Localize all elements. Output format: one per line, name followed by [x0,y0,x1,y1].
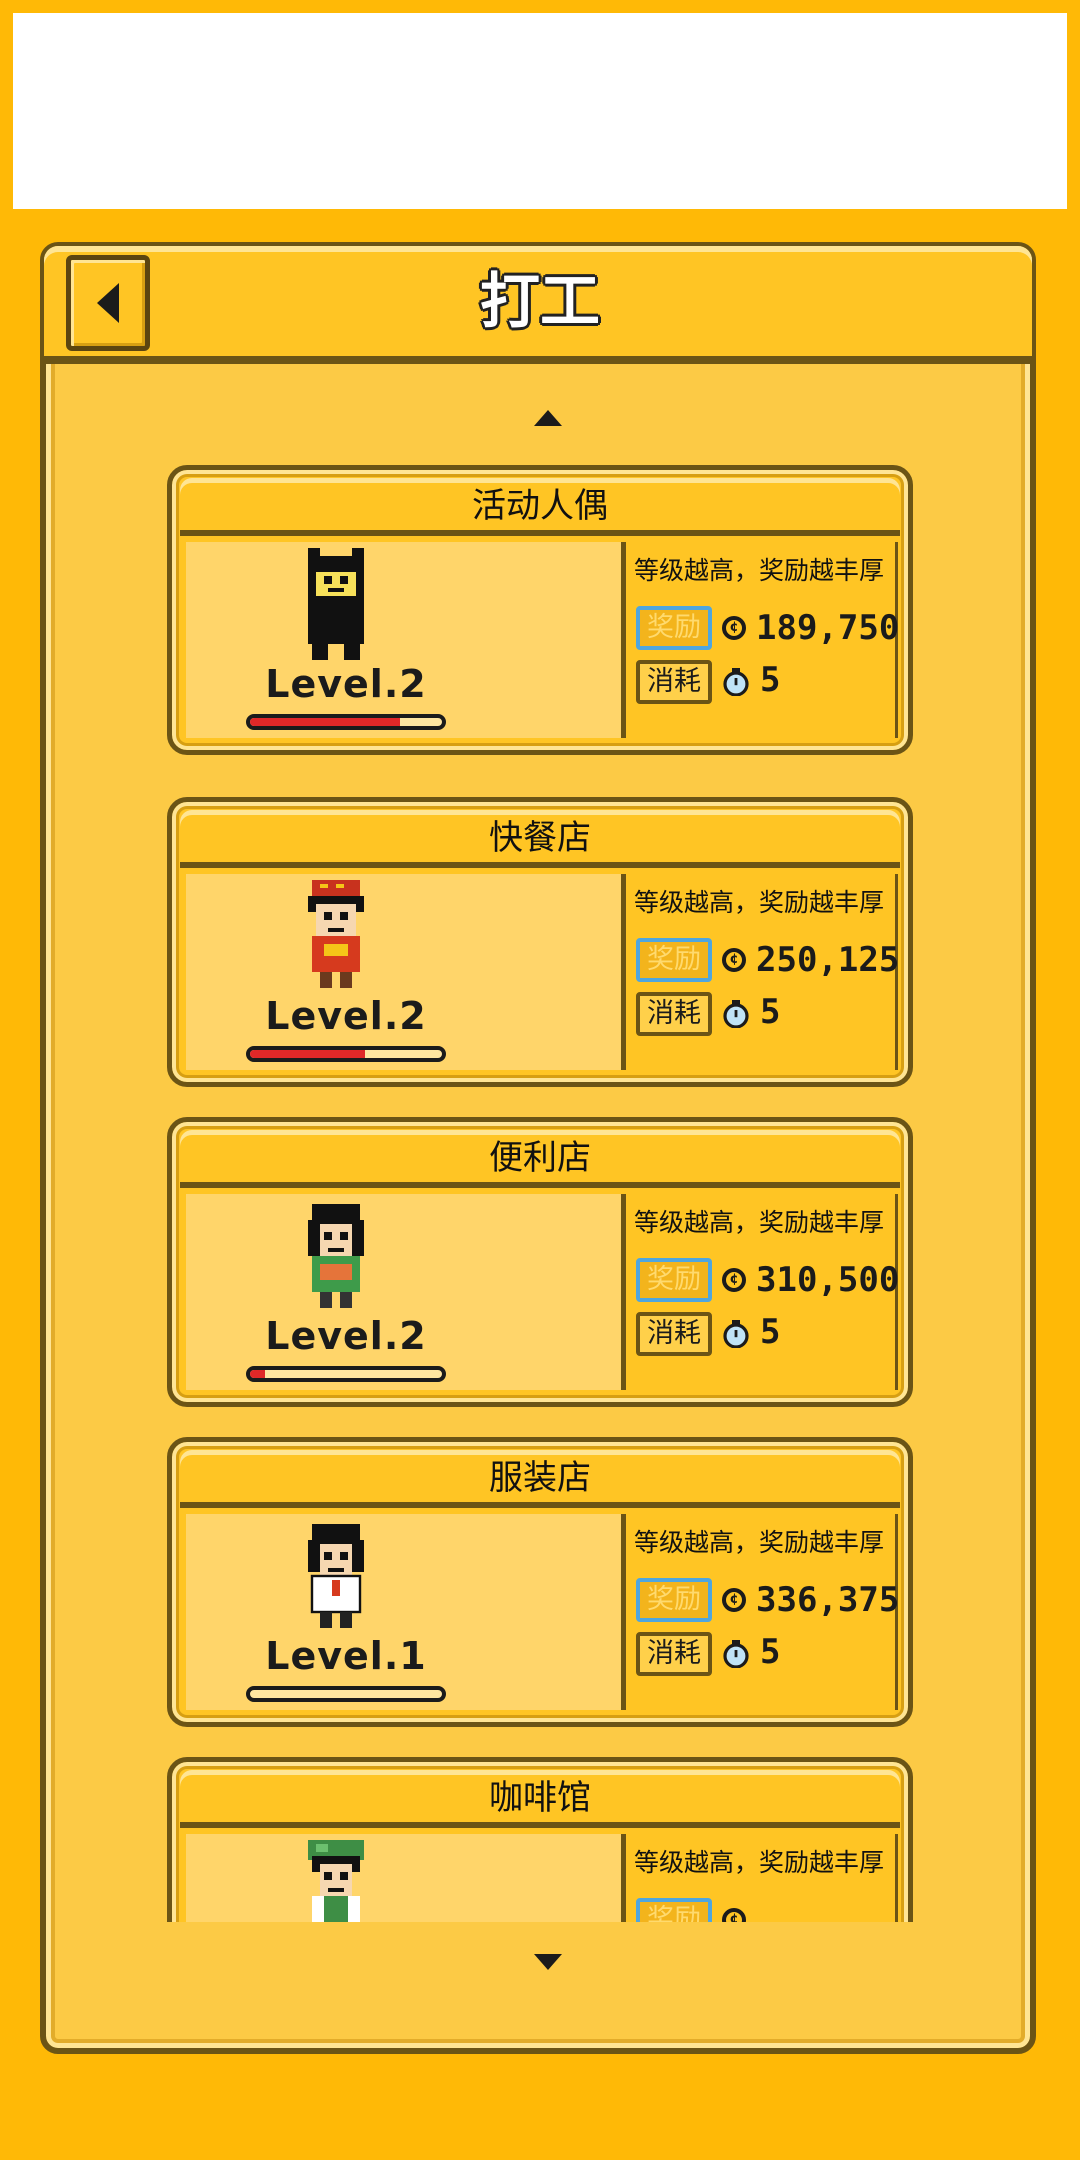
cost-value: 5 [760,660,781,700]
job-reward-area: 等级越高，奖励越丰厚 奖励 ¢ 310,500 消耗 5 [626,1194,899,1390]
scroll-up-arrow-icon[interactable] [534,410,562,426]
ad-banner-area [13,13,1067,209]
card-title-bar: 便利店 [180,1130,900,1188]
clothing-clerk-avatar [308,1524,364,1628]
job-card-fastfood[interactable]: 快餐店 Level.2 等级越高，奖励越丰厚 奖励 ¢ 250,125 消耗 5 [167,797,913,1087]
reward-value: 310,500 [756,1260,900,1300]
cost-value: 5 [760,992,781,1032]
reward-tag: 奖励 [636,1898,712,1922]
reward-value: 189,750 [756,608,900,648]
level-progress-bar [246,1366,446,1382]
stopwatch-icon [723,1320,749,1348]
level-label: Level.2 [265,1314,427,1358]
reward-value: 250,125 [756,940,900,980]
back-button[interactable] [66,255,150,351]
reward-tag: 奖励 [636,606,712,650]
job-character-area: Level.1 [186,1514,626,1710]
job-card-convenience[interactable]: 便利店 Level.2 等级越高，奖励越丰厚 奖励 ¢ 310,500 消耗 5 [167,1117,913,1407]
stopwatch-icon [723,668,749,696]
job-reward-area: 等级越高，奖励越丰厚 奖励 ¢ 250,125 消耗 5 [626,874,899,1070]
cost-tag: 消耗 [636,1632,712,1676]
level-progress-fill [250,1050,366,1058]
scroll-down-arrow-icon[interactable] [534,1954,562,1970]
job-title: 服装店 [489,1458,591,1498]
back-arrow-icon [97,283,119,323]
mascot-bear-avatar [308,548,364,660]
job-description: 等级越高，奖励越丰厚 [634,1528,885,1557]
job-title: 便利店 [489,1138,591,1178]
cafe-worker-avatar [308,1840,364,1922]
job-title: 快餐店 [489,818,591,858]
reward-tag: 奖励 [636,1258,712,1302]
page-title: 打工 [480,267,600,337]
fastfood-worker-avatar [308,880,364,988]
job-description: 等级越高，奖励越丰厚 [634,1208,885,1237]
job-list[interactable]: 活动人偶 Level.2 等级越高，奖励越丰厚 奖励 ¢ 189,750 消耗 [160,465,920,1922]
level-progress-fill [250,1370,266,1378]
job-description: 等级越高，奖励越丰厚 [634,888,885,917]
job-character-area: Level.2 [186,1194,626,1390]
job-card-costume[interactable]: 活动人偶 Level.2 等级越高，奖励越丰厚 奖励 ¢ 189,750 消耗 [167,465,913,755]
job-description: 等级越高，奖励越丰厚 [634,1848,885,1877]
stopwatch-icon [723,1640,749,1668]
level-progress-bar [246,1686,446,1702]
job-card-cafe[interactable]: 咖啡馆 等级越高，奖励越丰厚 奖励 ¢ [167,1757,913,1922]
level-progress-bar [246,714,446,730]
job-reward-area: 等级越高，奖励越丰厚 奖励 ¢ [626,1834,898,1922]
card-title-bar: 服装店 [180,1450,900,1508]
coin-icon: ¢ [722,616,746,640]
level-label: Level.2 [265,994,427,1038]
job-character-area: Level.2 [186,542,626,738]
reward-tag: 奖励 [636,1578,712,1622]
coin-icon: ¢ [722,1268,746,1292]
job-character-area [186,1834,626,1922]
job-title: 咖啡馆 [489,1778,591,1818]
card-title-bar: 快餐店 [180,810,900,868]
job-reward-area: 等级越高，奖励越丰厚 奖励 ¢ 336,375 消耗 5 [626,1514,899,1710]
card-title-bar: 活动人偶 [180,478,900,536]
card-title-bar: 咖啡馆 [180,1770,900,1828]
cost-tag: 消耗 [636,660,712,704]
level-progress-fill [250,718,400,726]
cost-value: 5 [760,1632,781,1672]
coin-icon: ¢ [722,948,746,972]
level-progress-bar [246,1046,446,1062]
reward-tag: 奖励 [636,938,712,982]
job-card-clothing[interactable]: 服装店 Level.1 等级越高，奖励越丰厚 奖励 ¢ 336,375 消耗 5 [167,1437,913,1727]
stopwatch-icon [723,1000,749,1028]
job-reward-area: 等级越高，奖励越丰厚 奖励 ¢ 189,750 消耗 5 [626,542,899,738]
reward-value [756,1900,906,1922]
job-description: 等级越高，奖励越丰厚 [634,556,885,585]
reward-value: 336,375 [756,1580,900,1620]
level-label: Level.2 [265,662,427,706]
cost-tag: 消耗 [636,992,712,1036]
level-label: Level.1 [265,1634,427,1678]
job-title: 活动人偶 [472,486,608,526]
cost-tag: 消耗 [636,1312,712,1356]
coin-icon: ¢ [722,1908,746,1922]
convenience-clerk-avatar [308,1204,364,1308]
cost-value: 5 [760,1312,781,1352]
job-character-area: Level.2 [186,874,626,1070]
coin-icon: ¢ [722,1588,746,1612]
